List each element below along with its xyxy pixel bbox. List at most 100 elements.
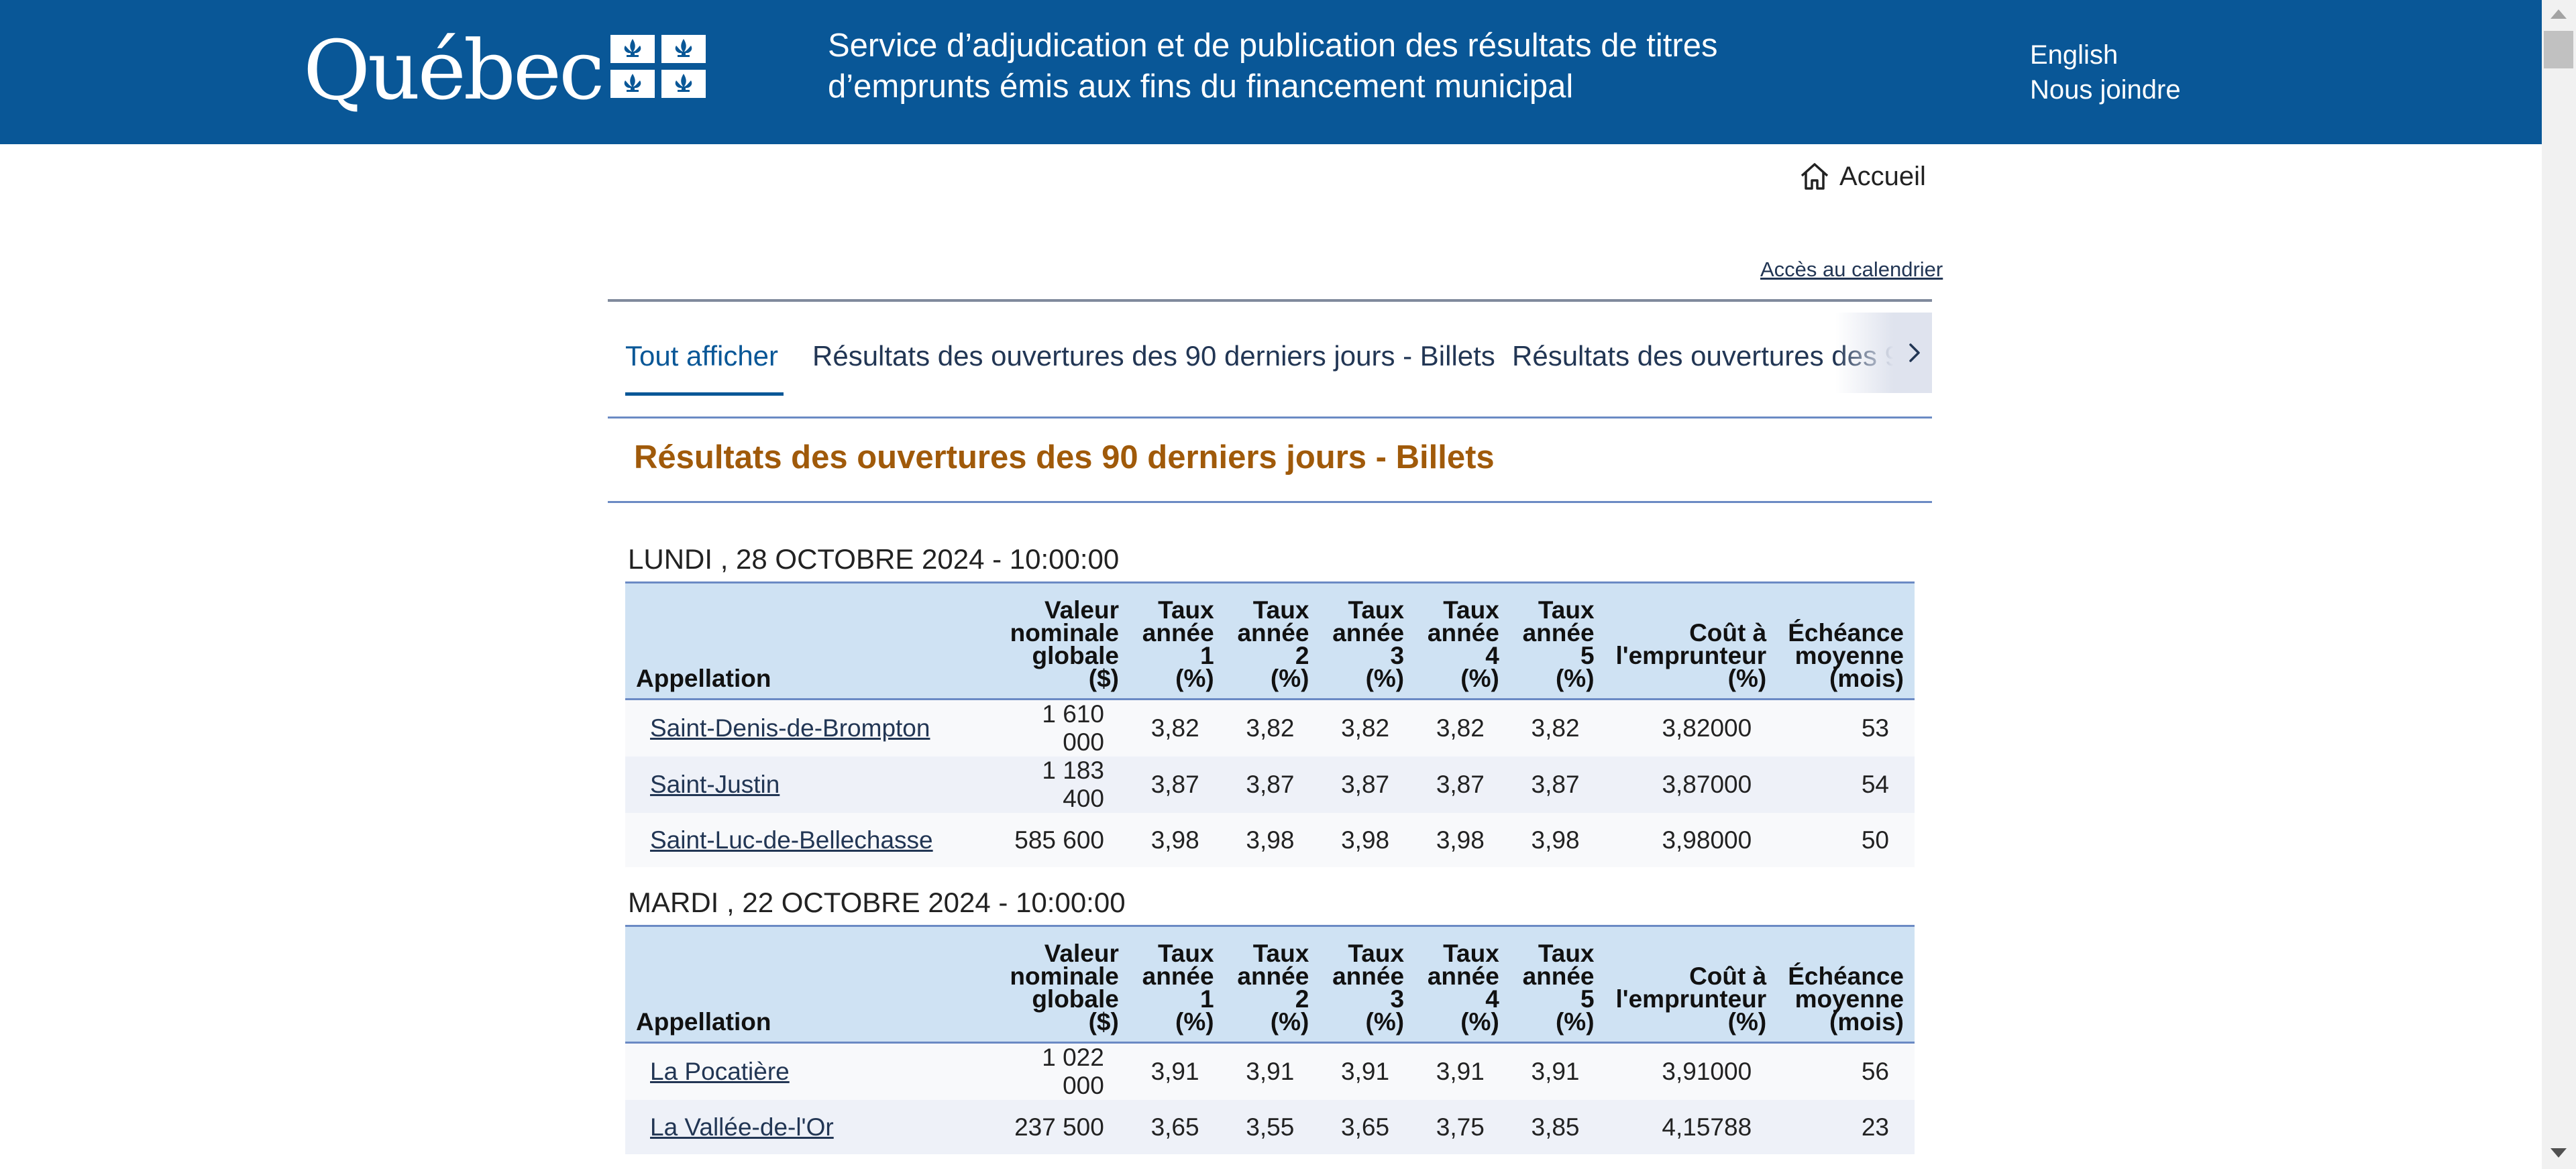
- table-cell: 3,91: [1531, 1058, 1580, 1085]
- column-header-rate-year-4: Taux année 4 (%): [1415, 581, 1510, 700]
- column-header-average-maturity: Échéance moyenne (mois): [1777, 925, 1915, 1044]
- auction-date-heading: LUNDI , 28 OCTOBRE 2024 - 10:00:00: [628, 543, 1120, 575]
- column-header-rate-year-5: Taux année 5 (%): [1509, 581, 1605, 700]
- divider: [608, 501, 1932, 503]
- table-cell: 3,98: [1531, 826, 1580, 854]
- table-row: La Vallée-de-l'Or 237 500 3,65 3,55 3,65…: [625, 1100, 1915, 1154]
- column-header-rate-year-1: Taux année 1 (%): [1129, 925, 1225, 1044]
- column-header-rate-year-2: Taux année 2 (%): [1224, 581, 1320, 700]
- tab-show-all[interactable]: Tout afficher: [625, 340, 778, 372]
- column-header-rate-year-3: Taux année 3 (%): [1320, 581, 1415, 700]
- scrollbar-thumb[interactable]: [2544, 31, 2573, 68]
- column-header-rate-year-5: Taux année 5 (%): [1509, 925, 1605, 1044]
- column-header-rate-year-1: Taux année 1 (%): [1130, 581, 1225, 700]
- table-cell: 3,98: [1246, 826, 1295, 854]
- table-cell: 3,82: [1531, 714, 1580, 742]
- chevron-right-icon: [1909, 343, 1920, 362]
- fleur-de-lis-flag-icon: [610, 35, 706, 98]
- table-cell: 3,55: [1246, 1113, 1295, 1141]
- scroll-down-arrow-icon[interactable]: [2551, 1148, 2567, 1158]
- contact-link[interactable]: Nous joindre: [2030, 72, 2181, 107]
- table-cell: 3,75: [1436, 1113, 1485, 1141]
- table-row: Saint-Luc-de-Bellechasse 585 600 3,98 3,…: [625, 813, 1915, 867]
- table-cell: 3,87: [1246, 771, 1295, 798]
- table-cell: 1 022 000: [1042, 1044, 1104, 1099]
- table-cell: 3,82: [1150, 714, 1199, 742]
- table-cell: 3,98: [1150, 826, 1199, 854]
- table-cell: 3,91: [1341, 1058, 1390, 1085]
- table-row: Saint-Justin 1 183 400 3,87 3,87 3,87 3,…: [625, 757, 1915, 813]
- quebec-logo[interactable]: Québec: [303, 23, 604, 118]
- calendar-link[interactable]: Accès au calendrier: [1760, 258, 1943, 282]
- english-link[interactable]: English: [2030, 38, 2181, 72]
- column-header-appellation: Appellation: [625, 581, 987, 700]
- home-link[interactable]: Accueil: [1798, 160, 1926, 193]
- table-cell: 3,82: [1341, 714, 1390, 742]
- column-header-borrower-cost: Coût à l'emprunteur (%): [1605, 925, 1778, 1044]
- home-label: Accueil: [1839, 161, 1926, 191]
- tab-scroll-next-button[interactable]: [1896, 313, 1932, 393]
- header-links: English Nous joindre: [2030, 38, 2181, 107]
- vertical-scrollbar[interactable]: [2542, 0, 2576, 1169]
- table-cell: 3,87: [1150, 771, 1199, 798]
- table-cell: 237 500: [1014, 1113, 1104, 1141]
- auction-date-heading: MARDI , 22 OCTOBRE 2024 - 10:00:00: [628, 887, 1126, 918]
- table-cell: 3,98000: [1662, 826, 1752, 854]
- column-header-rate-year-4: Taux année 4 (%): [1415, 925, 1510, 1044]
- home-icon: [1801, 163, 1829, 190]
- table-cell: 3,65: [1341, 1113, 1390, 1141]
- active-tab-indicator: [625, 392, 784, 396]
- tab-bar: Tout afficher Résultats des ouvertures d…: [608, 302, 1932, 419]
- table-cell: 3,87000: [1662, 771, 1752, 798]
- table-cell: 585 600: [1014, 826, 1105, 854]
- site-header: Québec Service d’adjudication et de publ…: [0, 0, 2542, 144]
- table-cell: 3,98: [1436, 826, 1485, 854]
- service-title: Service d’adjudication et de publication…: [828, 25, 1718, 107]
- municipality-link[interactable]: La Pocatière: [650, 1058, 790, 1085]
- service-title-line-1: Service d’adjudication et de publication…: [828, 27, 1718, 64]
- table-cell: 23: [1861, 1113, 1889, 1141]
- table-cell: 3,65: [1150, 1113, 1199, 1141]
- table-cell: 3,82000: [1662, 714, 1752, 742]
- table-cell: 3,91: [1436, 1058, 1485, 1085]
- table-cell: 53: [1861, 714, 1889, 742]
- table-cell: 3,91: [1246, 1058, 1295, 1085]
- table-header-row: Appellation Valeur nominale globale ($) Ta…: [625, 925, 1915, 1044]
- table-row: La Pocatière 1 022 000 3,91 3,91 3,91 3,…: [625, 1042, 1915, 1100]
- table-cell: 3,87: [1341, 771, 1390, 798]
- table-cell: 3,82: [1436, 714, 1485, 742]
- municipality-link[interactable]: La Vallée-de-l'Or: [650, 1113, 834, 1141]
- table-cell: 56: [1861, 1058, 1889, 1085]
- table-cell: 3,87: [1531, 771, 1580, 798]
- table-cell: 3,91: [1150, 1058, 1199, 1085]
- column-header-rate-year-3: Taux année 3 (%): [1320, 925, 1415, 1044]
- column-header-borrower-cost: Coût à l'emprunteur (%): [1605, 581, 1778, 700]
- table-cell: 1 610 000: [1042, 700, 1105, 756]
- results-table: Appellation Valeur nominale globale ($) Ta…: [625, 925, 1915, 1154]
- divider: [608, 416, 1932, 419]
- municipality-link[interactable]: Saint-Luc-de-Bellechasse: [650, 826, 933, 854]
- table-cell: 3,91000: [1662, 1058, 1752, 1085]
- column-header-rate-year-2: Taux année 2 (%): [1224, 925, 1320, 1044]
- logo-wordmark: Québec: [303, 23, 604, 118]
- column-header-nominal-value: Valeur nominale globale ($): [985, 925, 1130, 1044]
- results-table: Appellation Valeur nominale globale ($) Ta…: [625, 581, 1915, 867]
- table-cell: 50: [1861, 826, 1889, 854]
- table-cell: 3,82: [1246, 714, 1295, 742]
- scroll-up-arrow-icon[interactable]: [2551, 9, 2567, 19]
- table-cell: 54: [1861, 771, 1889, 798]
- column-header-appellation: Appellation: [625, 925, 986, 1044]
- municipality-link[interactable]: Saint-Denis-de-Brompton: [650, 714, 930, 742]
- municipality-link[interactable]: Saint-Justin: [650, 771, 780, 798]
- table-cell: 4,15788: [1662, 1113, 1752, 1141]
- table-row: Saint-Denis-de-Brompton 1 610 000 3,82 3…: [625, 699, 1915, 757]
- table-header-row: Appellation Valeur nominale globale ($) Ta…: [625, 581, 1915, 700]
- table-cell: 3,87: [1436, 771, 1485, 798]
- table-cell: 3,98: [1341, 826, 1390, 854]
- tab-billets[interactable]: Résultats des ouvertures des 90 derniers…: [812, 340, 1495, 372]
- table-cell: 3,85: [1531, 1113, 1580, 1141]
- section-title: Résultats des ouvertures des 90 derniers…: [634, 439, 1495, 476]
- table-cell: 1 183 400: [1042, 757, 1105, 812]
- service-title-line-2: d’emprunts émis aux fins du financement …: [828, 68, 1574, 105]
- column-header-nominal-value: Valeur nominale globale ($): [986, 581, 1130, 700]
